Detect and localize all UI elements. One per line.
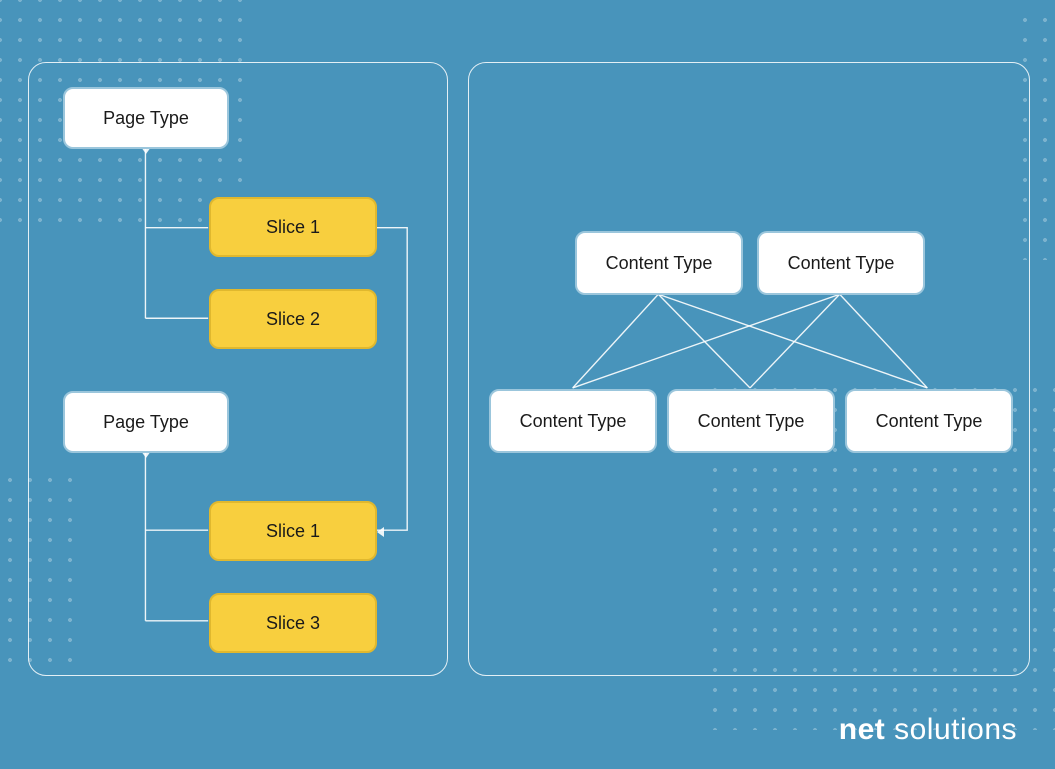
slice-node-1a: Slice 1 [209, 197, 377, 257]
page-type-node-1: Page Type [63, 87, 229, 149]
content-type-node-top-2: Content Type [757, 231, 925, 295]
slice-node-1b: Slice 2 [209, 289, 377, 349]
left-connectors [29, 63, 447, 675]
brand-logo: net solutions [839, 713, 1017, 747]
page-type-node-2: Page Type [63, 391, 229, 453]
content-type-node-bottom-3: Content Type [845, 389, 1013, 453]
brand-part2: solutions [894, 713, 1017, 746]
right-connectors [469, 63, 1029, 675]
left-panel: Page Type Slice 1 Slice 2 Page Type Slic… [28, 62, 448, 676]
right-panel: Content Type Content Type Content Type C… [468, 62, 1030, 676]
arrowhead-icon [377, 527, 384, 537]
brand-part1: net [839, 713, 886, 746]
slice-node-2a: Slice 1 [209, 501, 377, 561]
content-type-node-bottom-2: Content Type [667, 389, 835, 453]
content-type-node-bottom-1: Content Type [489, 389, 657, 453]
slice-node-2b: Slice 3 [209, 593, 377, 653]
content-type-node-top-1: Content Type [575, 231, 743, 295]
